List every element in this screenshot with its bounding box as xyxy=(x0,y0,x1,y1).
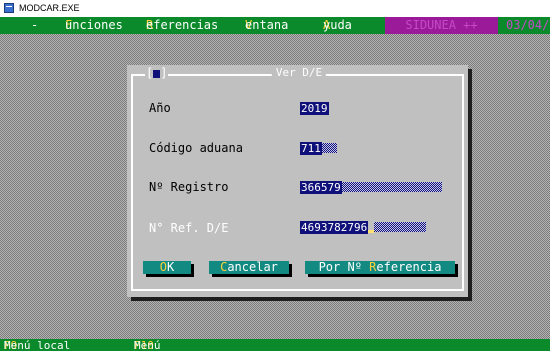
app-icon xyxy=(4,3,14,13)
ver-de-dialog: [■][] Ver D/E Año 2019 Código aduana 711… xyxy=(127,65,468,297)
field-ano-value: 2019 xyxy=(300,102,329,115)
field-no-registro[interactable]: 366579 xyxy=(300,181,450,194)
field-ref-de-fill xyxy=(374,222,427,232)
status-f10-label: Menú xyxy=(134,339,161,352)
ok-button-label: K xyxy=(167,260,175,274)
field-ref-de[interactable]: 4693782796 xyxy=(300,221,440,234)
menu-ventana-label: entana xyxy=(245,18,289,32)
status-f9-label: Menú local xyxy=(4,339,71,352)
cancelar-button-label: ancelar xyxy=(227,260,278,274)
app-label-badge: SIDUNEA ++ xyxy=(385,17,498,34)
ok-button-hotkey: O xyxy=(159,260,167,274)
cancelar-button[interactable]: Cancelar xyxy=(209,261,289,274)
close-square-icon xyxy=(153,70,161,78)
label-ano: Año xyxy=(149,101,171,115)
field-codigo-aduana-fill xyxy=(321,143,337,153)
menu-bar: - Funciones Referencias Ventana Ayuda SI… xyxy=(0,17,550,34)
field-codigo-aduana[interactable]: 711 xyxy=(300,142,350,155)
field-ano[interactable]: 2019 xyxy=(300,102,340,115)
field-no-registro-value: 366579 xyxy=(300,181,342,194)
label-ref-de: N° Ref. D/E xyxy=(149,221,229,235)
dialog-close-box[interactable]: [■][] xyxy=(145,66,169,80)
field-ref-de-value: 4693782796 xyxy=(300,221,369,234)
por-referencia-label: eferencia xyxy=(376,260,442,274)
system-date: 03/04/ xyxy=(506,18,550,32)
por-referencia-button[interactable]: Por Nº Referencia xyxy=(305,261,455,274)
window-titlebar: MODCAR.EXE xyxy=(0,0,550,18)
dialog-title: Ver D/E xyxy=(271,66,327,80)
ok-button[interactable]: OK xyxy=(143,261,191,274)
field-no-registro-fill xyxy=(341,182,442,192)
system-menu[interactable]: - xyxy=(31,17,38,34)
menu-referencias-label: eferencias xyxy=(146,18,219,32)
menu-ayuda-label: yuda xyxy=(323,18,352,32)
field-codigo-aduana-value: 711 xyxy=(300,142,322,155)
label-codigo-aduana: Código aduana xyxy=(149,141,243,155)
menu-funciones-label: unciones xyxy=(65,18,123,32)
window-title: MODCAR.EXE xyxy=(19,3,80,13)
por-referencia-prefix: Por Nº xyxy=(318,260,370,274)
label-no-registro: Nº Registro xyxy=(149,180,229,194)
status-bar: F9 Menú local F10 Menú xyxy=(0,339,550,352)
